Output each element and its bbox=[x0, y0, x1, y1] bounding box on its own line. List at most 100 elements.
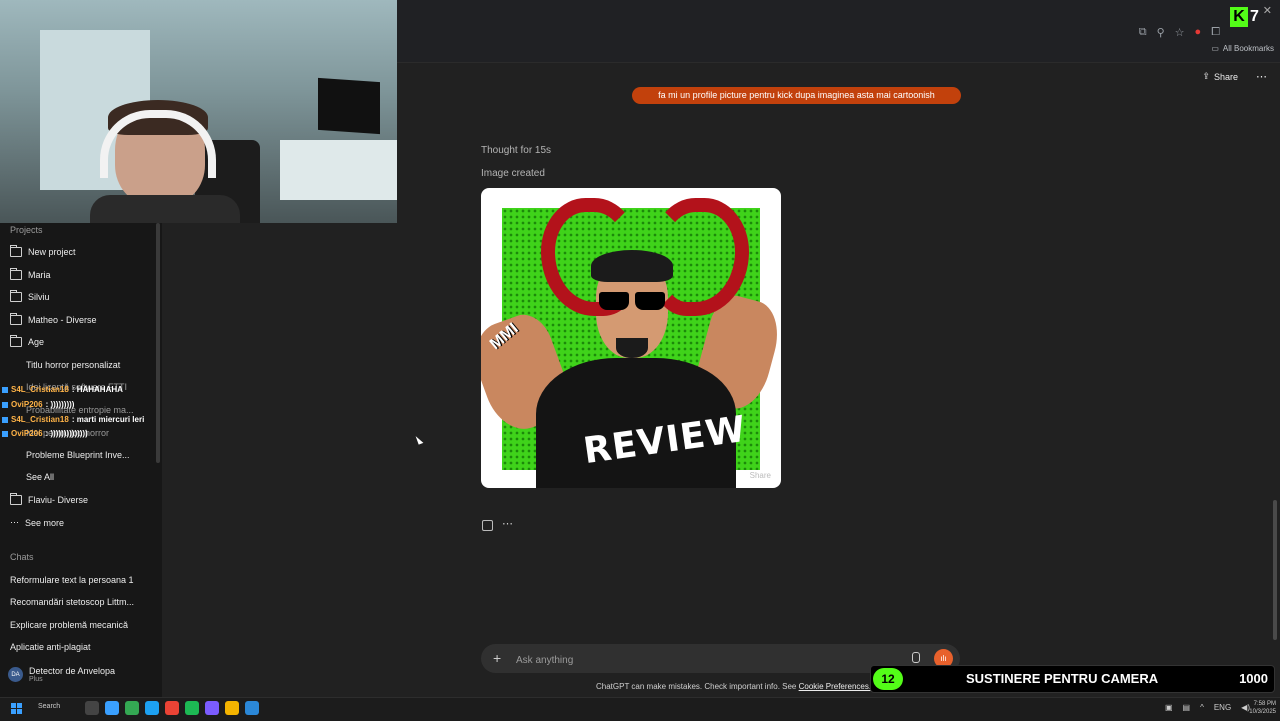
image-share-button[interactable]: Share bbox=[750, 471, 771, 480]
browser-extension-icons: ⧉ ⚲ ☆ ● ⧠ bbox=[1139, 26, 1220, 39]
chat-username: OviP206 bbox=[11, 429, 43, 438]
ellipsis-icon: ⋯ bbox=[10, 517, 19, 527]
main-scrollbar[interactable] bbox=[1273, 500, 1277, 640]
disclaimer-text: ChatGPT can make mistakes. Check importa… bbox=[596, 682, 797, 691]
translate-icon[interactable]: ⧉ bbox=[1139, 26, 1147, 39]
user-plan: Plus bbox=[29, 676, 43, 683]
cookie-preferences-link[interactable]: Cookie Preferences. bbox=[799, 682, 871, 691]
app-icon[interactable] bbox=[145, 701, 159, 715]
new-project-label: New project bbox=[28, 247, 76, 257]
folder-label: Maria bbox=[28, 270, 51, 280]
extension-icon[interactable]: ● bbox=[1195, 26, 1202, 39]
chat-item[interactable]: Reformulare text la persoana 1 bbox=[10, 575, 134, 585]
see-more-button[interactable]: ⋯ See more bbox=[10, 517, 64, 528]
taskbar-apps bbox=[85, 701, 259, 715]
support-goal: 1000 bbox=[1239, 671, 1268, 686]
folder-icon bbox=[10, 268, 22, 280]
support-goal-bar: 12 SUSTINERE PENTRU CAMERA 1000 bbox=[870, 665, 1275, 693]
folder-label: Age bbox=[28, 337, 45, 347]
folder-label: Silviu bbox=[28, 292, 50, 302]
chat-username: S4L_Cristian18 bbox=[11, 415, 69, 424]
prompt-input[interactable] bbox=[514, 652, 898, 668]
puzzle-icon[interactable]: ⧠ bbox=[1211, 26, 1220, 39]
chevron-up-icon[interactable]: ^ bbox=[1200, 703, 1204, 712]
language-indicator[interactable]: ENG bbox=[1214, 703, 1231, 712]
chat-item[interactable]: Aplicatie anti-plagiat bbox=[10, 642, 91, 652]
chat-item[interactable]: Recomandări stetoscop Littm... bbox=[10, 597, 134, 607]
kick-logo-icon: K bbox=[1230, 7, 1248, 27]
tray-icon[interactable]: ▣ bbox=[1165, 703, 1173, 712]
kick-badge-icon bbox=[2, 416, 8, 423]
app-icon[interactable] bbox=[245, 701, 259, 715]
spotify-icon[interactable] bbox=[185, 701, 199, 715]
new-project-button[interactable]: New project bbox=[10, 245, 76, 257]
see-more-label: See more bbox=[25, 517, 65, 528]
system-tray: ▣ ▤ ^ ENG ◀) bbox=[1165, 703, 1250, 712]
chat-username: S4L_Cristian18 bbox=[11, 385, 69, 394]
stream-chat-message: OviP206 : )))))))))))))) bbox=[2, 429, 88, 438]
user-name: Detector de Anvelopa bbox=[29, 666, 116, 676]
share-icon: ⇪ bbox=[1202, 71, 1210, 81]
mouse-cursor-icon bbox=[415, 434, 424, 445]
plus-icon[interactable]: + bbox=[493, 650, 501, 666]
sidebar-folder-age[interactable]: Age bbox=[10, 335, 45, 347]
share-label: Share bbox=[1213, 71, 1238, 82]
teams-icon[interactable] bbox=[105, 701, 119, 715]
new-folder-icon bbox=[10, 245, 22, 257]
window-close-icon[interactable]: ✕ bbox=[1263, 4, 1272, 17]
project-chat-item[interactable]: Titlu horror personalizat bbox=[26, 360, 120, 370]
browser-toolbar: ⧉ ⚲ ☆ ● ⧠ ▭ All Bookmarks bbox=[397, 0, 1280, 63]
viewer-count: 7 bbox=[1250, 8, 1259, 25]
folder-label: Matheo - Diverse bbox=[28, 315, 97, 325]
webcam-overlay bbox=[0, 0, 397, 223]
user-message: fa mi un profile picture pentru kick dup… bbox=[632, 87, 961, 104]
discord-icon[interactable] bbox=[205, 701, 219, 715]
sidebar-folder-maria[interactable]: Maria bbox=[10, 268, 51, 280]
share-button[interactable]: ⇪ Share bbox=[1202, 71, 1238, 82]
all-bookmarks[interactable]: ▭ All Bookmarks bbox=[1211, 44, 1274, 53]
sidebar-folder-matheo[interactable]: Matheo - Diverse bbox=[10, 313, 97, 325]
folder-icon bbox=[10, 290, 22, 302]
chat-text: : marti miercuri leri bbox=[71, 415, 145, 424]
user-account[interactable]: DA Detector de Anvelopa Plus bbox=[8, 666, 115, 683]
support-count: 12 bbox=[873, 668, 903, 690]
clock-date: 10/3/2025 bbox=[1249, 709, 1276, 715]
message-more-icon[interactable]: ⋯ bbox=[502, 517, 514, 530]
clock-time: 7:58 PM bbox=[1253, 701, 1276, 707]
task-view-icon[interactable] bbox=[85, 701, 99, 715]
star-icon[interactable]: ☆ bbox=[1175, 26, 1185, 39]
waveform-icon: ılı bbox=[940, 654, 947, 663]
more-options-icon[interactable]: ⋯ bbox=[1256, 70, 1268, 83]
windows-start-icon[interactable] bbox=[11, 703, 22, 714]
file-explorer-icon[interactable] bbox=[225, 701, 239, 715]
see-all-link[interactable]: See All bbox=[26, 472, 54, 482]
kick-badge-icon bbox=[2, 386, 8, 393]
thought-duration[interactable]: Thought for 15s bbox=[481, 145, 551, 156]
chat-text: : )))))))))))))) bbox=[45, 429, 88, 438]
project-chat-item[interactable]: Probleme Blueprint Inve... bbox=[26, 450, 130, 460]
generated-image[interactable]: MMI REVIEW Share bbox=[481, 188, 781, 488]
zoom-icon[interactable]: ⚲ bbox=[1157, 26, 1165, 39]
chrome-icon[interactable] bbox=[165, 701, 179, 715]
sidebar-folder-flaviu[interactable]: Flaviu- Diverse bbox=[10, 493, 88, 505]
disclaimer: ChatGPT can make mistakes. Check importa… bbox=[596, 682, 871, 691]
folder-icon bbox=[10, 313, 22, 325]
projects-heading: Projects bbox=[10, 225, 43, 235]
sidebar-scrollbar[interactable] bbox=[156, 223, 160, 463]
kick-badge-icon bbox=[2, 430, 8, 437]
chat-item[interactable]: Explicare problemă mecanică bbox=[10, 620, 128, 630]
kick-badge-icon bbox=[2, 401, 8, 408]
folder-icon bbox=[10, 493, 22, 505]
app-icon[interactable] bbox=[125, 701, 139, 715]
taskbar-clock[interactable]: 7:58 PM 10/3/2025 bbox=[1249, 700, 1276, 716]
stream-chat-message: S4L_Cristian18 : marti miercuri leri bbox=[2, 415, 144, 424]
folder-open-icon bbox=[10, 335, 22, 347]
taskbar-search[interactable]: Search bbox=[38, 703, 60, 710]
chat-text: : ))))))))) bbox=[45, 400, 75, 409]
copy-icon[interactable] bbox=[482, 520, 493, 531]
stream-chat-message: OviP206 : ))))))))) bbox=[2, 400, 74, 409]
microphone-icon[interactable] bbox=[912, 652, 920, 663]
support-label: SUSTINERE PENTRU CAMERA bbox=[966, 671, 1159, 686]
tray-icon[interactable]: ▤ bbox=[1183, 703, 1191, 712]
sidebar-folder-silviu[interactable]: Silviu bbox=[10, 290, 50, 302]
